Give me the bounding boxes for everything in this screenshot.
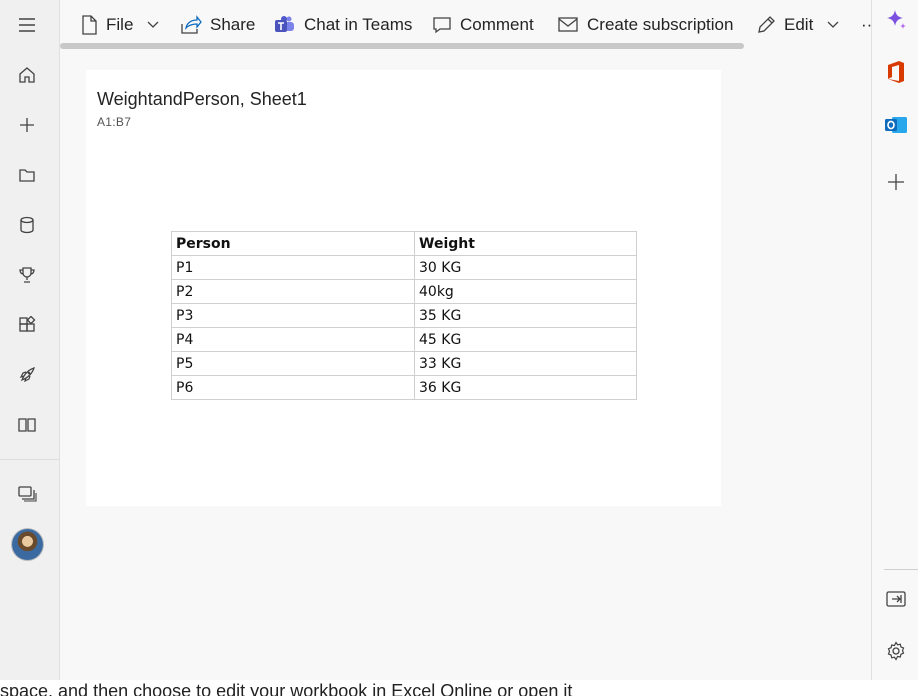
chevron-down-icon — [147, 21, 159, 28]
weight-cell: 36 KG — [414, 375, 637, 400]
teams-icon — [275, 16, 294, 32]
settings-gear-icon[interactable] — [884, 639, 908, 663]
table-header-row: Person Weight — [171, 231, 637, 256]
person-cell: P4 — [171, 327, 415, 352]
data-hub-icon[interactable] — [15, 213, 39, 237]
weight-cell: 45 KG — [414, 327, 637, 352]
person-cell: P1 — [171, 255, 415, 280]
card-range: A1:B7 — [97, 115, 132, 129]
person-cell: P5 — [171, 351, 415, 376]
toolbar-scrollbar[interactable] — [60, 43, 744, 49]
footer-instruction-text: space, and then choose to edit your work… — [0, 680, 918, 696]
table-row: P3 35 KG — [171, 303, 637, 328]
table-row: P6 36 KG — [171, 375, 637, 400]
chevron-down-icon — [827, 21, 839, 28]
comment-label: Comment — [460, 15, 534, 34]
edit-button[interactable]: Edit — [756, 12, 839, 38]
user-avatar[interactable] — [12, 529, 43, 560]
file-menu-button[interactable]: File — [80, 12, 159, 38]
apps-icon[interactable] — [15, 313, 39, 337]
pencil-icon — [758, 16, 775, 33]
right-side-bar — [871, 0, 918, 680]
collapse-pane-icon[interactable] — [884, 587, 908, 611]
mail-icon — [558, 17, 578, 32]
weight-cell: 33 KG — [414, 351, 637, 376]
copilot-sparkle-icon[interactable] — [884, 8, 908, 32]
weight-cell: 35 KG — [414, 303, 637, 328]
edit-label: Edit — [784, 15, 814, 34]
deployment-rocket-icon[interactable] — [15, 363, 39, 387]
table-row: P1 30 KG — [171, 255, 637, 280]
share-button[interactable]: Share — [180, 12, 255, 38]
weight-cell: 40kg — [414, 279, 637, 304]
create-subscription-label: Create subscription — [587, 15, 734, 34]
column-header-person: Person — [171, 231, 415, 256]
share-icon — [181, 15, 202, 34]
table-row: P4 45 KG — [171, 327, 637, 352]
browse-folder-icon[interactable] — [15, 163, 39, 187]
weight-cell: 30 KG — [414, 255, 637, 280]
excel-visual-card[interactable]: WeightandPerson, Sheet1 A1:B7 Person Wei… — [86, 70, 721, 506]
comment-icon — [433, 17, 451, 34]
chat-in-teams-button[interactable]: Chat in Teams — [274, 12, 412, 38]
comment-button[interactable]: Comment — [432, 12, 534, 38]
file-label: File — [106, 15, 134, 34]
column-header-weight: Weight — [414, 231, 637, 256]
home-icon[interactable] — [15, 63, 39, 87]
person-cell: P3 — [171, 303, 415, 328]
file-icon — [82, 15, 97, 35]
chat-in-teams-label: Chat in Teams — [304, 15, 413, 34]
goals-trophy-icon[interactable] — [15, 263, 39, 287]
more-options-label: ··· — [861, 15, 871, 34]
share-label: Share — [210, 15, 256, 34]
left-nav-bar — [0, 0, 60, 680]
outlook-icon[interactable] — [884, 113, 908, 137]
workspaces-icon[interactable] — [15, 482, 39, 506]
excel-range-table: Person Weight P1 30 KG P2 40kg P3 35 KG … — [171, 231, 637, 400]
person-cell: P2 — [171, 279, 415, 304]
right-bar-divider — [884, 569, 918, 570]
create-icon[interactable] — [15, 113, 39, 137]
more-options-button[interactable]: ··· — [861, 12, 871, 38]
add-app-icon[interactable] — [884, 170, 908, 194]
office-icon[interactable] — [884, 60, 908, 84]
learn-book-icon[interactable] — [15, 413, 39, 437]
card-title: WeightandPerson, Sheet1 — [97, 89, 307, 109]
create-subscription-button[interactable]: Create subscription — [557, 12, 733, 38]
table-row: P2 40kg — [171, 279, 637, 304]
menu-icon[interactable] — [15, 13, 39, 37]
person-cell: P6 — [171, 375, 415, 400]
nav-divider — [0, 459, 59, 460]
table-row: P5 33 KG — [171, 351, 637, 376]
